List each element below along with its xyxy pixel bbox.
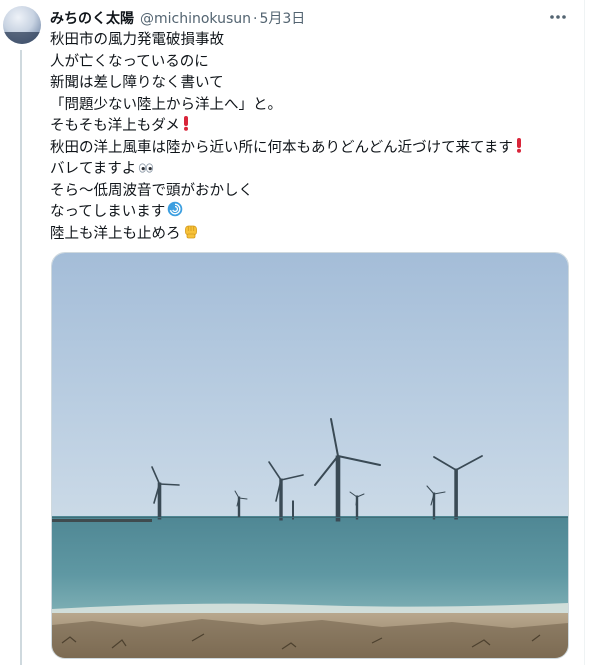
column-divider (584, 0, 585, 665)
eyes-icon (138, 159, 154, 181)
tweet-media-photo[interactable] (51, 252, 569, 659)
user-handle[interactable]: @michinokusun (140, 11, 251, 27)
more-options-icon[interactable] (547, 6, 569, 28)
tweet-line: 新聞は差し障りなく書いて (50, 75, 224, 91)
exclamation-icon (515, 137, 523, 161)
tweet-line: 秋田市の風力発電破損事故 (50, 32, 224, 48)
tweet-line: 秋田の洋上風車は陸から近い所に何本もありどんどん近づけて来てます (50, 137, 570, 161)
fist-icon (183, 222, 199, 247)
display-name[interactable]: みちのく太陽 (50, 8, 134, 28)
exclamation-icon (182, 115, 190, 139)
tweet-text: 秋田市の風力発電破損事故 人が亡くなっているのに 新聞は差し障りなく書いて 「問… (50, 30, 570, 245)
tweet-header: みちのく太陽 @michinokusun · 5月3日 (50, 8, 305, 28)
tweet-line: バレてますよ (50, 159, 570, 181)
separator: · (253, 11, 258, 27)
tweet-line: 「問題少ない陸上から洋上へ」と。 (50, 96, 282, 113)
thread-line (20, 50, 22, 665)
tweet-line: そら〜低周波音で頭がおかしく (50, 182, 253, 199)
tweet-line: そもそも洋上もダメ (50, 116, 570, 138)
tweet-line: 人が亡くなっているのに (50, 53, 209, 70)
post-date[interactable]: 5月3日 (259, 8, 305, 28)
avatar[interactable] (3, 6, 41, 44)
cyclone-icon (167, 201, 183, 225)
tweet-line: なってしまいます (50, 201, 570, 225)
tweet-line: 陸上も洋上も止めろ (50, 224, 570, 246)
